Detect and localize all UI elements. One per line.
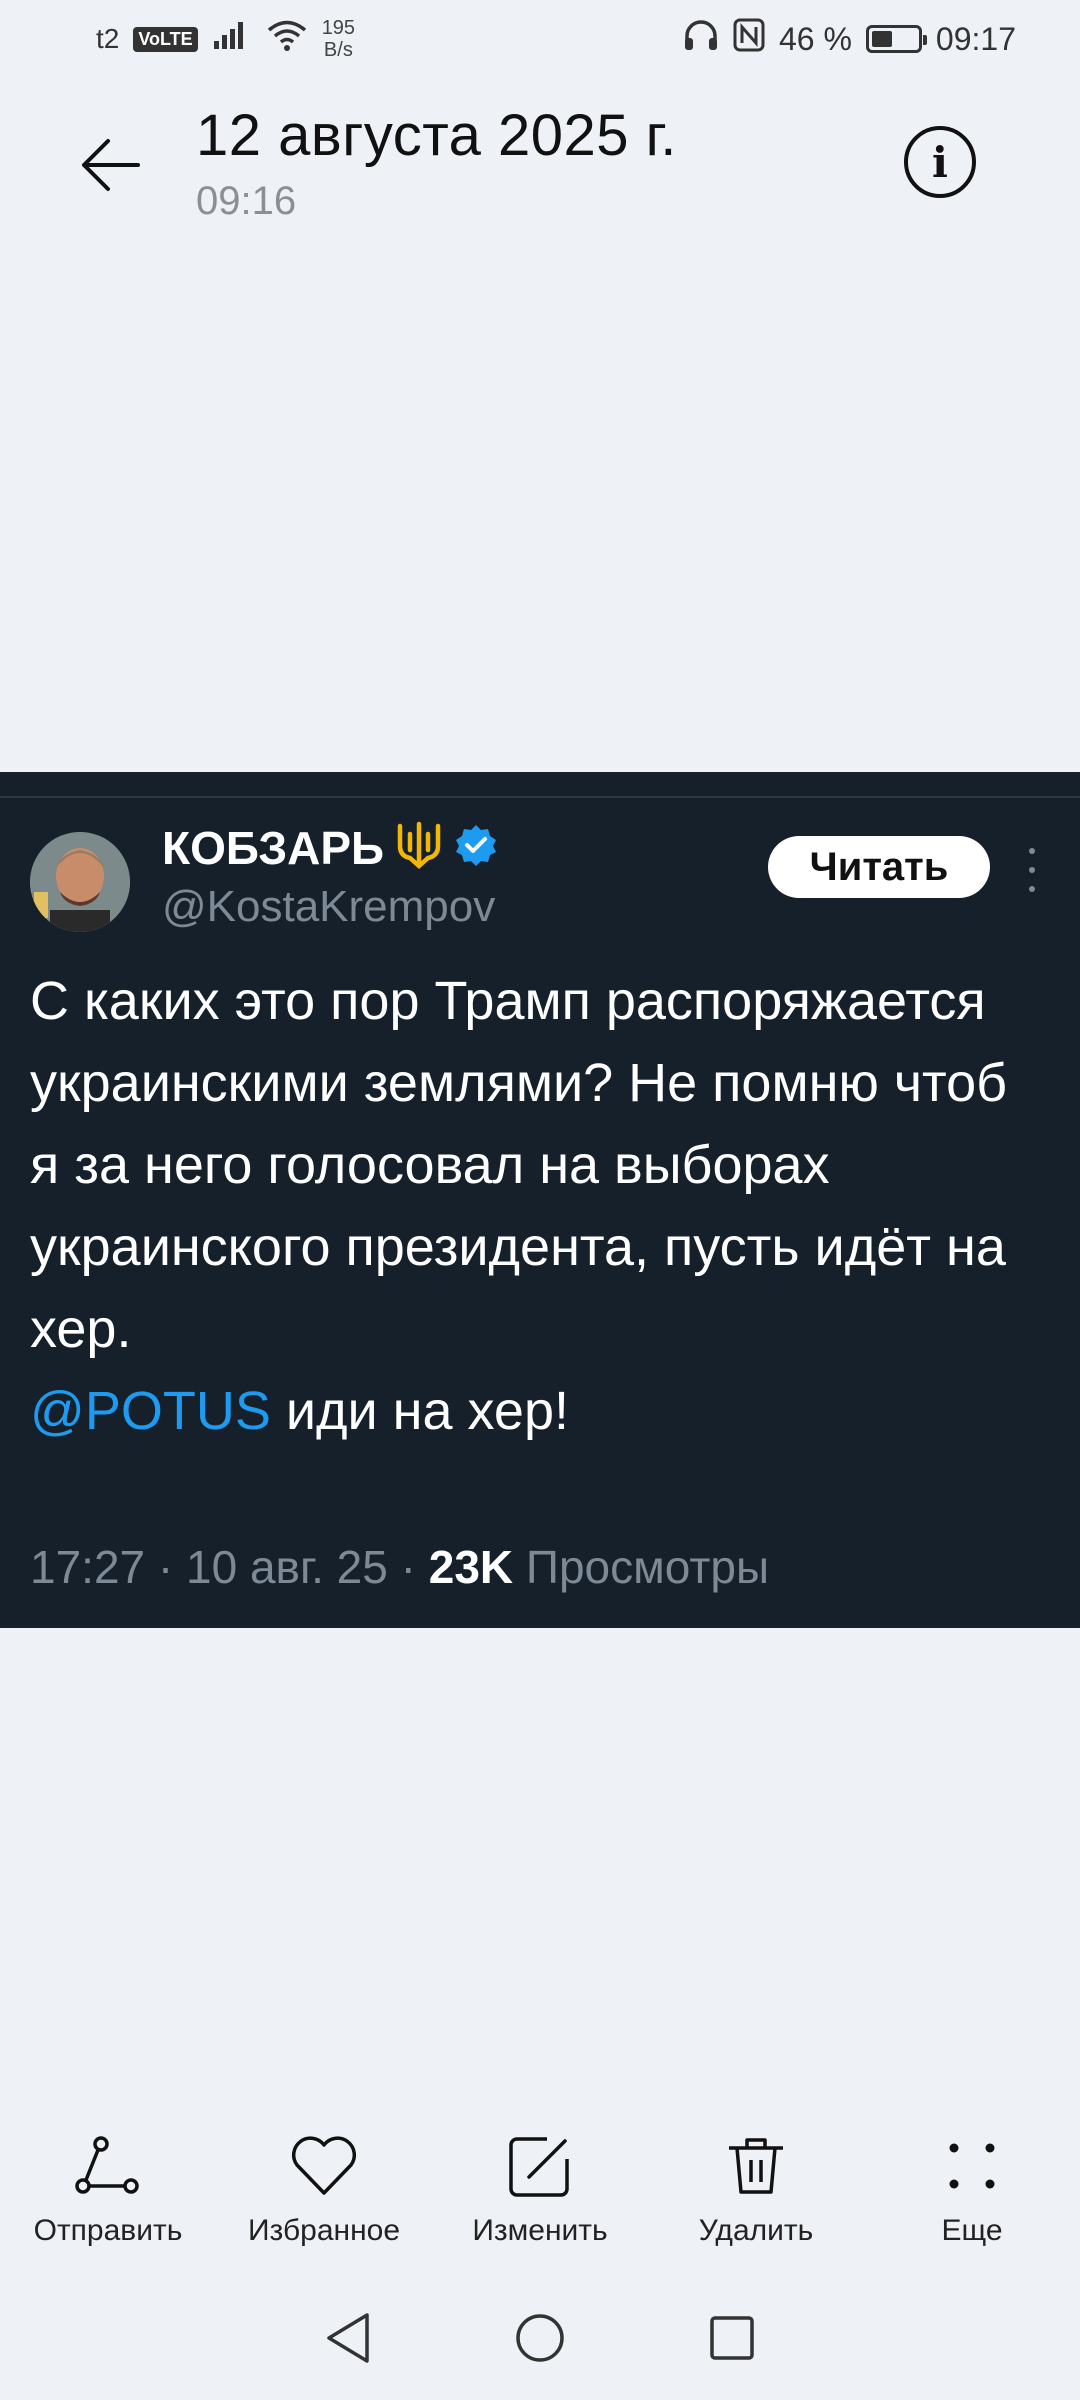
more-button[interactable]: Еще	[864, 2130, 1080, 2260]
verified-badge-icon	[454, 823, 498, 872]
share-button[interactable]: Отправить	[0, 2130, 216, 2260]
author-name: КОБЗАРЬ	[162, 821, 385, 874]
info-button[interactable]: i	[904, 126, 976, 198]
views-label: Просмотры	[513, 1541, 770, 1593]
share-icon	[73, 2130, 143, 2202]
volte-badge: VoLTE	[133, 26, 198, 52]
headphones-icon	[683, 18, 719, 60]
battery-icon	[865, 25, 927, 53]
tweet-card: КОБЗАРЬ @KostaKrempov Читать С каких это…	[0, 772, 1080, 1628]
more-icon	[942, 2130, 1002, 2202]
delete-label: Удалить	[698, 2214, 814, 2247]
back-button[interactable]	[70, 125, 150, 205]
tweet-meta: 17:27 · 10 авг. 25 · 23K Просмотры	[30, 1540, 769, 1594]
tweet-timestamp: 17:27 · 10 авг. 25 ·	[30, 1541, 429, 1593]
favorite-label: Избранное	[247, 2214, 401, 2247]
clock: 09:17	[935, 20, 1016, 57]
trident-icon	[396, 820, 442, 875]
tweet-body: С каких это пор Трамп распоряжается укра…	[30, 971, 1008, 1359]
signal-icon	[212, 19, 252, 59]
view-count: 23K	[428, 1541, 514, 1593]
tweet-body-tail: иди на хер!	[270, 1381, 570, 1441]
recents-square-icon[interactable]	[707, 2313, 757, 2368]
info-icon: i	[932, 137, 948, 187]
share-label: Отправить	[33, 2214, 183, 2247]
tweet-text: С каких это пор Трамп распоряжается укра…	[30, 960, 1040, 1452]
edit-label: Изменить	[472, 2214, 608, 2247]
title-block: 12 августа 2025 г. 09:16	[196, 102, 677, 224]
home-circle-icon[interactable]	[513, 2311, 567, 2370]
author-handle: @KostaKrempov	[162, 882, 496, 931]
status-bar: t2 VoLTE 195 B/s 46 % 09:17	[0, 0, 1080, 78]
header: 12 августа 2025 г. 09:16 i	[0, 90, 1080, 250]
system-nav-bar	[0, 2300, 1080, 2380]
carrier-label: t2	[96, 23, 120, 54]
back-arrow-icon	[82, 139, 140, 191]
more-label: Еще	[941, 2214, 1003, 2247]
heart-icon	[289, 2130, 359, 2202]
avatar	[30, 832, 130, 932]
divider	[0, 796, 1080, 798]
author-name-row: КОБЗАРЬ	[162, 820, 498, 875]
battery-percent: 46 %	[778, 20, 852, 57]
follow-button[interactable]: Читать	[768, 836, 990, 898]
network-speed: 195 B/s	[321, 17, 356, 61]
page-title: 12 августа 2025 г.	[196, 103, 677, 168]
delete-button[interactable]: Удалить	[648, 2130, 864, 2260]
gallery-action-bar: Отправить Избранное Изменить Удалить Еще	[0, 2130, 1080, 2260]
mention-link[interactable]: @POTUS	[30, 1381, 271, 1441]
page-subtitle-time: 09:16	[196, 179, 297, 223]
nfc-icon	[733, 18, 765, 60]
more-options-icon[interactable]	[1020, 848, 1044, 892]
edit-button[interactable]: Изменить	[432, 2130, 648, 2260]
back-triangle-icon[interactable]	[323, 2311, 373, 2370]
favorite-button[interactable]: Избранное	[216, 2130, 432, 2260]
edit-icon	[507, 2130, 573, 2202]
wifi-icon	[266, 18, 308, 60]
trash-icon	[725, 2130, 787, 2202]
